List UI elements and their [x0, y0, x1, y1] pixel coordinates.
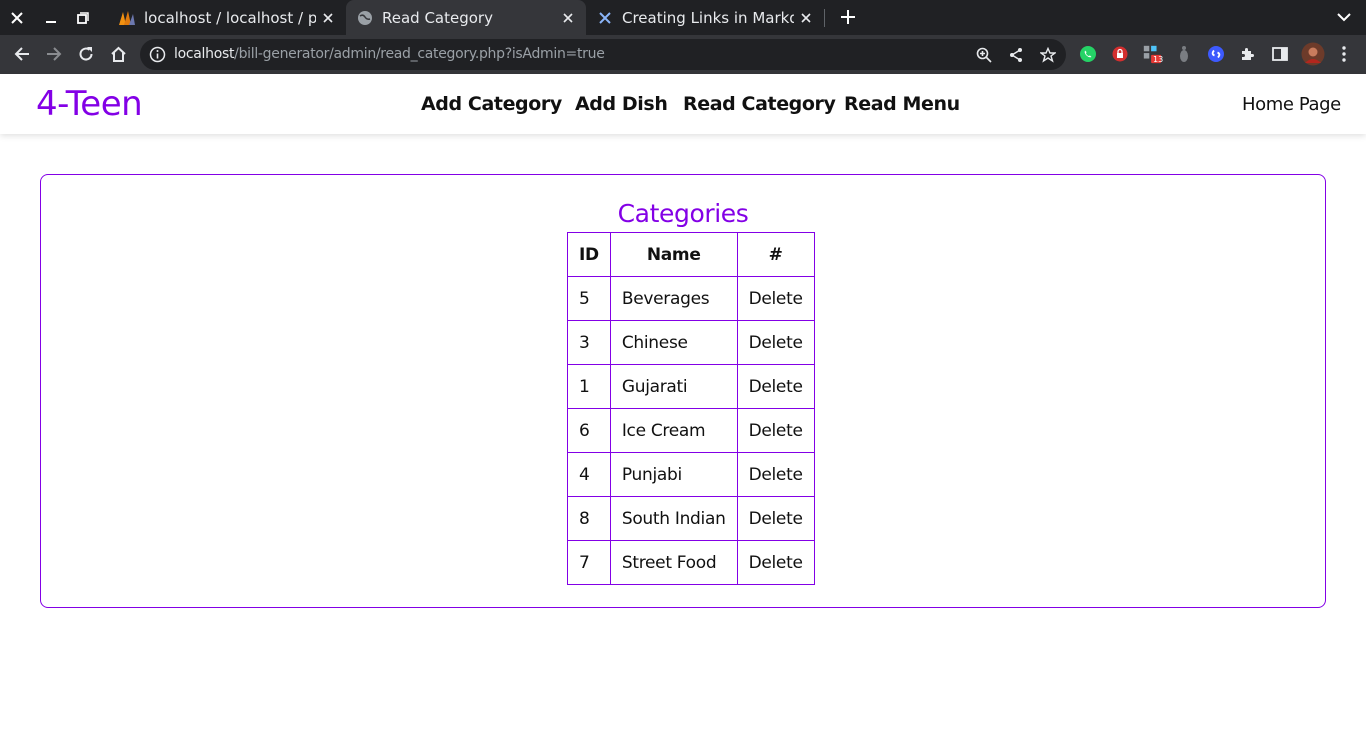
sidepanel-icon[interactable]	[1270, 44, 1290, 64]
cell-name: Street Food	[609, 540, 738, 585]
delete-link[interactable]: Delete	[736, 540, 815, 585]
window-restore-icon[interactable]	[66, 0, 100, 35]
lock-extension-icon[interactable]	[1110, 44, 1130, 64]
cell-name: Beverages	[609, 276, 738, 321]
reload-icon[interactable]	[71, 39, 101, 69]
tab-phpmyadmin[interactable]: localhost / localhost / proje	[108, 0, 346, 35]
cell-name: Chinese	[609, 320, 738, 365]
cell-name: Punjabi	[609, 452, 738, 497]
tab-close-icon[interactable]	[316, 6, 340, 30]
delete-link[interactable]: Delete	[736, 496, 815, 541]
delete-link[interactable]: Delete	[736, 452, 815, 497]
delete-link[interactable]: Delete	[736, 320, 815, 365]
extension-badge-icon[interactable]: 13	[1142, 44, 1164, 64]
phpmyadmin-icon	[118, 9, 136, 27]
extension-grey-icon[interactable]	[1174, 44, 1194, 64]
cell-id: 4	[567, 452, 611, 497]
whatsapp-icon[interactable]	[1078, 44, 1098, 64]
tab-markdown-links[interactable]: Creating Links in Markdown	[586, 0, 824, 35]
table-row: 3 Chinese Delete	[567, 320, 815, 365]
extension-badge-count: 13	[1153, 55, 1164, 64]
cell-name: Ice Cream	[609, 408, 738, 453]
window-close-icon[interactable]	[0, 0, 34, 35]
delete-link[interactable]: Delete	[736, 364, 815, 409]
forward-arrow-icon[interactable]	[39, 39, 69, 69]
globe-icon	[356, 9, 374, 27]
nav-add-dish[interactable]: Add Dish	[575, 93, 668, 115]
zoom-icon[interactable]	[974, 45, 994, 65]
window-minimize-icon[interactable]	[34, 0, 68, 35]
browser-tab-strip: localhost / localhost / proje Read Categ…	[0, 0, 1366, 35]
tab-title: localhost / localhost / proje	[144, 8, 316, 27]
header-id: ID	[567, 232, 611, 277]
categories-card: Categories ID Name # 5 Beverages Delete …	[40, 174, 1326, 608]
cell-id: 1	[567, 364, 611, 409]
address-bar[interactable]: localhost/bill-generator/admin/read_cate…	[140, 39, 1066, 70]
site-info-icon[interactable]	[149, 46, 166, 63]
tab-read-category[interactable]: Read Category	[346, 0, 586, 35]
menu-dots-icon[interactable]	[1334, 44, 1354, 64]
markdown-site-icon	[596, 9, 614, 27]
tab-title: Read Category	[382, 8, 493, 27]
table-row: 4 Punjabi Delete	[567, 452, 815, 497]
delete-link[interactable]: Delete	[736, 276, 815, 321]
url-text: localhost/bill-generator/admin/read_cate…	[174, 39, 605, 70]
puzzle-icon[interactable]	[1238, 44, 1258, 64]
cell-id: 6	[567, 408, 611, 453]
nav-read-menu[interactable]: Read Menu	[844, 93, 960, 115]
tab-separator	[824, 9, 825, 27]
cell-name: Gujarati	[609, 364, 738, 409]
share-icon[interactable]	[1006, 45, 1026, 65]
nav-read-category[interactable]: Read Category	[683, 93, 836, 115]
cell-id: 7	[567, 540, 611, 585]
header-action: #	[736, 232, 815, 277]
nav-add-category[interactable]: Add Category	[421, 93, 562, 115]
table-row: 1 Gujarati Delete	[567, 364, 815, 409]
table-row: 7 Street Food Delete	[567, 540, 815, 585]
tab-close-icon[interactable]	[794, 6, 818, 30]
tab-close-icon[interactable]	[556, 6, 580, 30]
table-header-row: ID Name #	[567, 232, 815, 277]
new-tab-icon[interactable]	[835, 4, 861, 30]
star-icon[interactable]	[1038, 45, 1058, 65]
table-row: 6 Ice Cream Delete	[567, 408, 815, 453]
nav-home-page[interactable]: Home Page	[1242, 94, 1341, 115]
cell-id: 5	[567, 276, 611, 321]
tab-title: Creating Links in Markdown	[622, 8, 794, 27]
site-header: 4-Teen Add Category Add Dish Read Catego…	[0, 74, 1366, 134]
browser-toolbar: localhost/bill-generator/admin/read_cate…	[0, 35, 1366, 74]
categories-table: ID Name # 5 Beverages Delete 3 Chinese D…	[567, 232, 815, 585]
table-row: 8 South Indian Delete	[567, 496, 815, 541]
cell-name: South Indian	[609, 496, 738, 541]
site-logo[interactable]: 4-Teen	[36, 84, 143, 124]
url-host: localhost	[174, 46, 235, 62]
shazam-icon[interactable]	[1206, 44, 1226, 64]
header-name: Name	[609, 232, 738, 277]
back-arrow-icon[interactable]	[7, 39, 37, 69]
home-icon[interactable]	[103, 39, 133, 69]
profile-avatar[interactable]	[1301, 42, 1325, 66]
chevron-down-icon[interactable]	[1332, 5, 1356, 29]
delete-link[interactable]: Delete	[736, 408, 815, 453]
url-path: /bill-generator/admin/read_category.php?…	[234, 46, 605, 62]
categories-title: Categories	[617, 199, 749, 228]
cell-id: 8	[567, 496, 611, 541]
table-row: 5 Beverages Delete	[567, 276, 815, 321]
cell-id: 3	[567, 320, 611, 365]
